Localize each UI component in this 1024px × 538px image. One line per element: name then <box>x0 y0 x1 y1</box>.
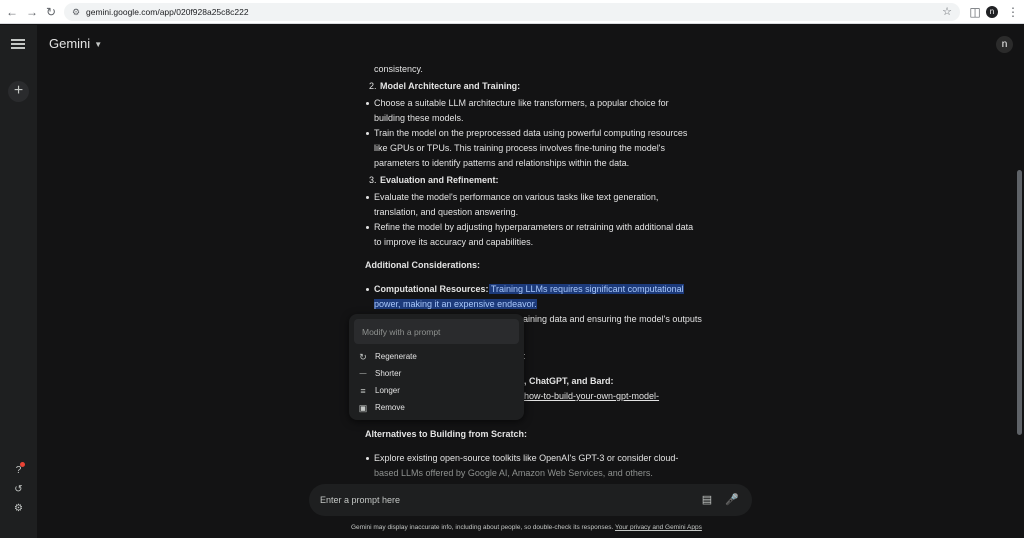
kebab-menu-icon[interactable]: ⋮ <box>1005 4 1021 20</box>
response-line: Refine the model by adjusting hyperparam… <box>374 222 694 232</box>
forward-arrow-icon[interactable]: → <box>24 4 40 20</box>
prompt-bar[interactable]: Enter a prompt here ▤ 🎤 <box>309 484 752 516</box>
section-heading: T-4, ChatGPT, and Bard: <box>511 376 614 386</box>
caret-down-icon: ▼ <box>94 40 103 50</box>
response-line-highlighted[interactable]: power, making it an expensive endeavor. <box>374 297 537 312</box>
image-upload-icon[interactable]: ▤ <box>700 493 714 507</box>
microphone-icon[interactable]: 🎤 <box>725 493 739 507</box>
scroll-thumb[interactable] <box>1017 170 1022 435</box>
reload-icon[interactable]: ↻ <box>43 4 59 20</box>
settings-gear-icon[interactable]: ⚙ <box>12 502 25 515</box>
bullet <box>366 132 369 135</box>
address-bar[interactable]: ⚙ gemini.google.com/app/020f928a25c8c222… <box>64 3 960 21</box>
response-line: Evaluate the model's performance on vari… <box>374 192 659 202</box>
modify-prompt-placeholder: Modify with a prompt <box>362 327 441 337</box>
menu-icon[interactable] <box>11 39 25 49</box>
section-heading: Alternatives to Building from Scratch: <box>365 429 528 439</box>
new-chat-button[interactable]: + <box>8 81 29 102</box>
response-line: aining data and ensuring the model's out… <box>523 314 702 324</box>
list-number: 3. <box>369 175 377 185</box>
bullet <box>366 226 369 229</box>
bold-label: Computational Resources: <box>374 284 489 294</box>
brand-title: Gemini <box>49 36 91 51</box>
profile-icon[interactable]: n <box>986 6 998 18</box>
response-line: building these models. <box>374 113 464 123</box>
response-line: like GPUs or TPUs. This training process… <box>374 143 666 153</box>
selected-text[interactable]: Training LLMs requires significant compu… <box>488 284 684 294</box>
url-text: gemini.google.com/app/020f928a25c8c222 <box>86 7 249 17</box>
response-line: based LLMs offered by Google AI, Amazon … <box>374 468 653 478</box>
gemini-model-selector[interactable]: Gemini ▼ <box>49 36 102 51</box>
response-line: Choose a suitable LLM architecture like … <box>374 98 669 108</box>
option-label: Longer <box>375 386 400 395</box>
option-label: Shorter <box>375 369 402 378</box>
section-heading: Model Architecture and Training: <box>380 81 521 91</box>
activity-icon[interactable]: ↺ <box>12 483 25 496</box>
option-label: Regenerate <box>375 352 417 361</box>
regenerate-icon: ↻ <box>359 352 367 362</box>
bullet <box>366 288 369 291</box>
list-number: 2. <box>369 81 377 91</box>
disclaimer-text: Gemini may display inaccurate info, incl… <box>351 524 614 531</box>
notification-dot <box>20 462 25 467</box>
bullet <box>366 196 369 199</box>
privacy-link[interactable]: Your privacy and Gemini Apps <box>615 524 702 531</box>
shorter-icon: — <box>359 370 367 377</box>
modify-prompt-input[interactable]: Modify with a prompt <box>354 319 519 344</box>
remove-icon: ▣ <box>358 403 368 413</box>
response-line: translation, and question answering. <box>374 207 519 217</box>
section-heading: Evaluation and Refinement: <box>380 175 499 185</box>
modify-response-popup: Modify with a prompt ↻ Regenerate — Shor… <box>349 314 524 420</box>
shorter-option[interactable]: — Shorter <box>349 366 524 383</box>
selected-text[interactable]: power, making it an expensive endeavor. <box>374 299 537 309</box>
longer-icon: ≡ <box>360 386 366 396</box>
response-line: Train the model on the preprocessed data… <box>374 128 688 138</box>
site-settings-icon[interactable]: ⚙ <box>70 6 82 18</box>
avatar[interactable]: n <box>996 36 1013 53</box>
disclaimer: Gemini may display inaccurate info, incl… <box>351 523 702 532</box>
response-line: consistency. <box>374 64 423 74</box>
longer-option[interactable]: ≡ Longer <box>349 383 524 400</box>
browser-toolbar: ← → ↻ ⚙ gemini.google.com/app/020f928a25… <box>0 0 1024 24</box>
section-heading: Additional Considerations: <box>365 260 481 270</box>
bullet <box>366 102 369 105</box>
back-arrow-icon[interactable]: ← <box>4 4 20 20</box>
bullet <box>366 457 369 460</box>
side-panel-icon[interactable]: ◫ <box>967 4 983 20</box>
prompt-input[interactable]: Enter a prompt here <box>320 493 400 507</box>
scrollbar[interactable] <box>1015 25 1024 538</box>
sidebar: + ? ↺ ⚙ <box>0 25 37 538</box>
help-icon[interactable]: ? <box>12 462 25 477</box>
response-line-highlighted[interactable]: Computational Resources: Training LLMs r… <box>374 282 684 297</box>
option-label: Remove <box>375 403 405 412</box>
star-icon[interactable]: ☆ <box>942 5 952 19</box>
response-line: Explore existing open-source toolkits li… <box>374 453 679 463</box>
response-line: parameters to identify patterns and rela… <box>374 158 630 168</box>
response-line: to improve its accuracy and capabilities… <box>374 237 534 247</box>
source-link[interactable]: how-to-build-your-own-gpt-model- <box>524 389 659 404</box>
regenerate-option[interactable]: ↻ Regenerate <box>349 349 524 366</box>
remove-option[interactable]: ▣ Remove <box>349 400 524 417</box>
